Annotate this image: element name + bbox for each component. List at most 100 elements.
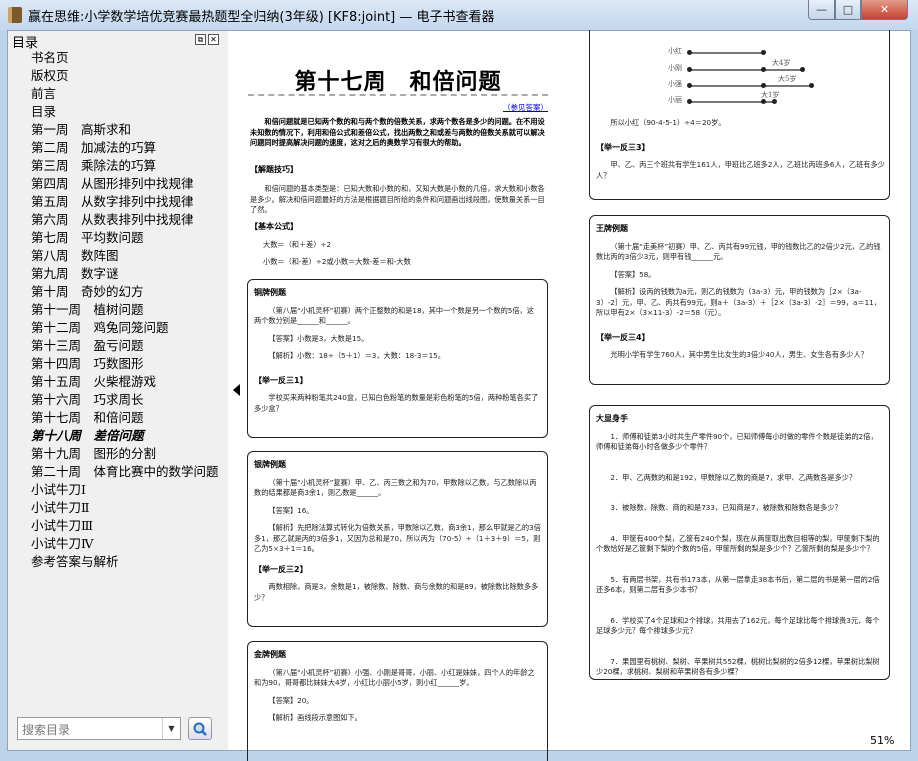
king-example-box: 王牌例题 （第十届“走美杯”初赛）甲、乙、丙共有99元钱，甲的钱数比乙的2倍少2… (589, 215, 890, 385)
chevron-down-icon[interactable]: ▼ (162, 718, 180, 739)
toc-item[interactable]: 第二周 加减法的巧算 (8, 139, 228, 157)
practice-problem: 2．甲、乙两数的和是192，甲数除以乙数的商是7，求甲、乙两数各是多少？ (610, 472, 857, 482)
practice3-heading: 【举一反三3】 (596, 142, 650, 152)
close-button[interactable]: ✕ (861, 0, 908, 20)
bronze-analysis: 【解析】小数：18÷（5＋1）＝3，大数：18-3＝15。 (268, 351, 445, 360)
toc-item[interactable]: 第十五周 火柴棍游戏 (8, 373, 228, 391)
toc-item[interactable]: 第九周 数字谜 (8, 265, 228, 283)
toc-item[interactable]: 小试牛刀Ⅲ (8, 517, 228, 535)
king-answer: 【答案】58。 (610, 269, 656, 279)
diagram-label: 小丽 (668, 96, 682, 104)
toc-item[interactable]: 第六周 从数表排列中找规律 (8, 211, 228, 229)
app-book-icon (8, 7, 22, 23)
toc-item[interactable]: 第十二周 鸡兔同笼问题 (8, 319, 228, 337)
gold-answer: 【答案】20。 (268, 695, 314, 705)
diagram-note: 大1岁 (761, 91, 780, 99)
search-placeholder: 搜索目录 (22, 723, 71, 737)
toc-item[interactable]: 第十周 奇妙的幻方 (8, 283, 228, 301)
practice-set-box: 大显身手 1．师傅和徒弟3小时共生产零件90个，已知师傅每小时做的零件个数是徒弟… (589, 405, 890, 680)
chapter-title: 第十七周 和倍问题 (294, 69, 502, 95)
search-toc-input[interactable]: 搜索目录 ▼ (17, 717, 181, 740)
title-bar: 赢在思维:小学数学培优竞赛最热题型全归纳(3年级) [KF8:joint] — … (0, 0, 918, 30)
toc-item[interactable]: 版权页 (8, 67, 228, 85)
silver-answer: 【答案】16。 (268, 505, 314, 515)
gold-example-continued-box: 小红 小刚 小强 小丽 大4岁 大5岁 大1岁 所以小红（90-4-5-1）÷4… (589, 30, 890, 200)
segment-dot (687, 50, 692, 55)
answer-link[interactable]: （参见答案） (480, 102, 548, 113)
toc-item[interactable]: 第八周 数阵图 (8, 247, 228, 265)
diagram-note: 大5岁 (778, 75, 797, 83)
toc-item[interactable]: 第十八周 差倍问题 (8, 427, 228, 445)
practice-set-list: 1．师傅和徒弟3小时共生产零件90个，已知师傅每小时做的零件个数是徒弟的2倍，师… (596, 432, 883, 678)
segment-dot (687, 99, 692, 104)
practice2-text: 两数相除，商是3，余数是1，被除数、除数、商与余数的和是89，被除数比除数多多少… (254, 582, 539, 602)
formula-1: 大数＝（和＋差）÷2 (263, 240, 332, 249)
search-button[interactable] (188, 717, 212, 740)
toc-item[interactable]: 第四周 从图形排列中找规律 (8, 175, 228, 193)
bronze-example-box: 铜牌例题 （第八届“小机灵杯”初赛）两个正整数的和是18，其中一个数是另一个数的… (247, 279, 548, 438)
title-divider (248, 94, 548, 96)
practice-set-heading: 大显身手 (596, 414, 628, 423)
toc-item[interactable]: 第十四周 巧数图形 (8, 355, 228, 373)
minimize-button[interactable]: — (808, 0, 835, 20)
segment-dot (761, 83, 766, 88)
close-panel-icon[interactable]: ✕ (208, 34, 219, 45)
toc-item[interactable]: 小试牛刀Ⅱ (8, 499, 228, 517)
toc-item[interactable]: 前言 (8, 85, 228, 103)
toc-item[interactable]: 第七周 平均数问题 (8, 229, 228, 247)
gold-heading: 金牌例题 (254, 650, 286, 659)
segment-dot (800, 67, 805, 72)
gold-question: （第八届“小机灵杯”初赛）小强、小刚是哥哥，小丽、小红是妹妹，四个人的年龄之和为… (254, 667, 535, 688)
toc-panel: 目录 ⧉ ✕ 书名页 版权页 前言 目录 第一周 高斯求和 第二周 加减法的巧算 第三周 乘… (8, 31, 228, 750)
toc-item[interactable]: 第三周 乘除法的巧算 (8, 157, 228, 175)
toc-item[interactable]: 小试牛刀Ⅳ (8, 535, 228, 553)
silver-analysis: 【解析】先把除法算式转化为倍数关系，甲数除以乙数，商3余1，那么甲就是乙的3倍多… (254, 523, 541, 553)
intro-paragraph: 和倍问题就是已知两个数的和与两个数的倍数关系，求两个数各是多少的问题。在不用设未… (250, 117, 545, 147)
segment-line (689, 52, 763, 54)
practice-problem: 3．被除数、除数、商的和是733，已知商是7，被除数和除数各是多少？ (610, 503, 842, 512)
practice-problem: 6．学校买了4个足球和2个排球，共用去了162元，每个足球比每个排球贵3元，每个… (596, 615, 880, 636)
bronze-heading: 铜牌例题 (254, 288, 286, 297)
gold-analysis: 【解析】画线段示意图如下。 (268, 713, 362, 722)
segment-line (689, 69, 802, 71)
tips-heading: 【解题技巧】 (250, 165, 298, 174)
segment-dot (687, 83, 692, 88)
toc-item[interactable]: 第十九周 图形的分割 (8, 445, 228, 463)
collapse-toc-arrow-icon[interactable] (233, 384, 240, 396)
practice4-text: 光明小学有学生760人，其中男生比女生的3倍少40人，男生、女生各有多少人？ (610, 350, 868, 359)
practice-problem: 7．果园里有桃树、梨树、苹果树共552棵，桃树比梨树的2倍多12棵，苹果树比梨树… (596, 656, 880, 677)
zoom-level: 51% (870, 734, 895, 747)
toc-item[interactable]: 第二十周 体育比赛中的数学问题 (8, 463, 228, 481)
toc-item[interactable]: 小试牛刀Ⅰ (8, 481, 228, 499)
segment-dot (761, 50, 766, 55)
bronze-question: （第八届“小机灵杯”初赛）两个正整数的和是18，其中一个数是另一个数的5倍，这两… (254, 305, 534, 326)
formula-heading: 【基本公式】 (250, 222, 298, 231)
king-question: （第十届“走美杯”初赛）甲、乙、丙共有99元钱，甲的钱数比乙的2倍少2元，乙的钱… (596, 241, 881, 262)
silver-example-box: 银牌例题 （第十届“小机灵杯”复赛）甲、乙、丙三数之和为70，甲数除以乙数，与乙… (247, 451, 548, 627)
practice-problem: 5．有两层书架，共有书173本，从第一层拿走38本书后，第二层的书是第一层的2倍… (596, 574, 880, 595)
diagram-conclusion: 所以小红（90-4-5-1）÷4＝20岁。 (610, 118, 726, 127)
toc-item[interactable]: 目录 (8, 103, 228, 121)
toc-item[interactable]: 第十一周 植树问题 (8, 301, 228, 319)
segment-dot (809, 83, 814, 88)
king-analysis: 【解析】设丙的钱数为a元，则乙的钱数为（3a-3）元，甲的钱数为［2×（3a-3… (596, 287, 881, 317)
toc-item[interactable]: 第十七周 和倍问题 (8, 409, 228, 427)
toc-item[interactable]: 第十六周 巧求周长 (8, 391, 228, 409)
toc-item[interactable]: 第一周 高斯求和 (8, 121, 228, 139)
toc-item[interactable]: 第五周 从数字排列中找规律 (8, 193, 228, 211)
toc-item[interactable]: 第十三周 盈亏问题 (8, 337, 228, 355)
maximize-button[interactable]: □ (835, 0, 861, 20)
practice1-heading: 【举一反三1】 (254, 375, 308, 385)
segment-line (689, 85, 811, 87)
diagram-note: 大4岁 (772, 59, 791, 67)
gold-example-box: 金牌例题 （第八届“小机灵杯”初赛）小强、小刚是哥哥，小丽、小红是妹妹，四个人的… (247, 641, 548, 761)
king-heading: 王牌例题 (596, 224, 628, 233)
float-panel-icon[interactable]: ⧉ (195, 34, 206, 45)
practice3-text: 甲、乙、丙三个班共有学生161人，甲班比乙班多2人，乙班比丙班多6人，乙班有多少… (596, 160, 885, 180)
bronze-answer: 【答案】小数是3，大数是15。 (268, 333, 369, 343)
practice-problem: 4．甲筐有400个梨，乙筐有240个梨，现在从两筐取出数目相等的梨，甲筐剩下梨的… (596, 533, 880, 554)
toc-item[interactable]: 参考答案与解析 (8, 553, 228, 571)
toc-item[interactable]: 书名页 (8, 49, 228, 67)
silver-question: （第十届“小机灵杯”复赛）甲、乙、丙三数之和为70，甲数除以乙数，与乙数除以丙数… (254, 477, 537, 498)
diagram-label: 小红 (668, 47, 682, 55)
